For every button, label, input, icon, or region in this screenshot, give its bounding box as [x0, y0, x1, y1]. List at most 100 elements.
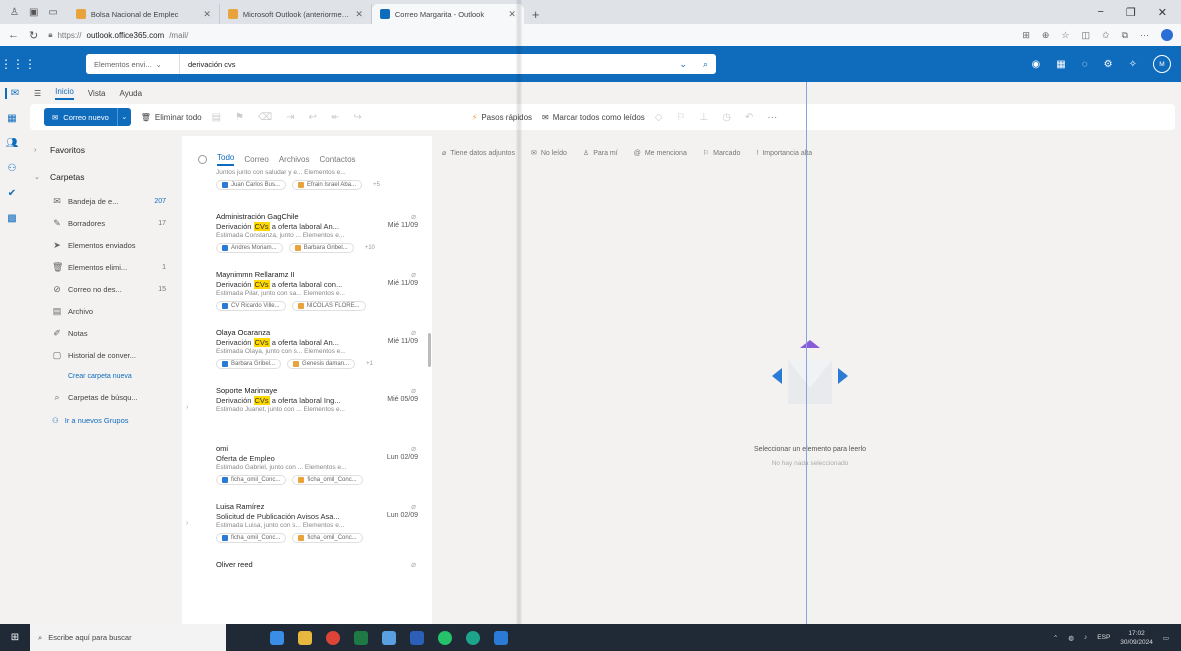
outlook-app-icon[interactable]: [494, 630, 508, 645]
file-explorer-icon[interactable]: [298, 630, 312, 645]
new-tab-button[interactable]: +: [524, 4, 548, 24]
network-icon[interactable]: ◍: [1068, 634, 1074, 642]
bell-icon[interactable]: ◌: [1082, 59, 1088, 70]
search-input[interactable]: derivación cvs: [180, 60, 671, 69]
list-scrollbar[interactable]: [428, 333, 431, 367]
favorite-star-icon[interactable]: ☆: [1061, 30, 1069, 41]
mail-icon[interactable]: ✉: [4, 88, 19, 99]
todo-icon[interactable]: ✔: [8, 188, 16, 199]
browser-tab[interactable]: Microsoft Outlook (anteriormente ✕: [220, 4, 372, 24]
app-launcher-icon[interactable]: ⋮⋮⋮: [0, 46, 36, 82]
search-scope-dropdown[interactable]: Elementos envi... ⌄: [86, 54, 180, 74]
edge-icon[interactable]: [466, 630, 480, 645]
message-item[interactable]: omi Oferta de Empleo Lun 02/09 Estimado Gab…: [182, 438, 432, 496]
attachment-chip[interactable]: Efrain Israel Aba...: [292, 180, 363, 190]
filter-button[interactable]: ♙ Para mí: [583, 149, 618, 158]
filter-button[interactable]: ⚐ Marcado: [703, 149, 741, 158]
more-icon[interactable]: ···: [1140, 30, 1149, 40]
tab-ayuda[interactable]: Ayuda: [120, 89, 143, 98]
attachment-chip[interactable]: Barbara Gribel...: [216, 359, 282, 369]
refresh-icon[interactable]: ↻: [29, 29, 38, 42]
attachment-chip[interactable]: CV Ricardo Ville...: [216, 301, 286, 311]
more-actions-icon[interactable]: ···: [767, 112, 777, 123]
chrome-icon[interactable]: [326, 630, 340, 645]
folder-item[interactable]: 🗑 Elementos elimi... 1: [34, 256, 182, 278]
message-item[interactable]: Administración GagChile Derivación CVs a …: [182, 206, 432, 264]
taskbar-search[interactable]: ⌕ Escribe aquí para buscar: [30, 624, 226, 651]
minimize-icon[interactable]: −: [1097, 6, 1103, 18]
filter-button[interactable]: ⌀ Tiene datos adjuntos: [442, 149, 515, 158]
language-indicator[interactable]: ESP: [1097, 634, 1110, 641]
attachment-chip[interactable]: ficha_omil_Conc...: [216, 533, 287, 543]
tab-vista[interactable]: Vista: [88, 89, 106, 98]
attachment-chip[interactable]: ficha_omil_Conc...: [292, 475, 363, 485]
attachment-chip[interactable]: NICOLAS FLORE...: [291, 301, 366, 311]
search-box[interactable]: Elementos envi... ⌄ derivación cvs ⌄ ⌕: [86, 54, 716, 74]
folder-item[interactable]: ▤ Archivo: [34, 300, 182, 322]
search-icon[interactable]: ⌕: [695, 59, 716, 70]
restore-icon[interactable]: ❐: [1126, 6, 1136, 19]
copilot-icon[interactable]: [1161, 29, 1173, 41]
workspaces-icon[interactable]: ▣: [29, 7, 38, 18]
notifications-icon[interactable]: ▭: [1163, 634, 1169, 642]
collections-icon[interactable]: ⧉: [1122, 30, 1128, 41]
lightbulb-icon[interactable]: ✧: [1129, 59, 1137, 70]
whatsapp-icon[interactable]: [438, 630, 452, 645]
split-screen-icon[interactable]: ◫: [1082, 30, 1091, 41]
folder-item[interactable]: ✎ Borradores 17: [34, 212, 182, 234]
quick-steps-button[interactable]: ⚡︎ Pasos rápidos: [472, 113, 532, 122]
message-item[interactable]: Maynimmn Rellaramz II Derivación CVs a of…: [182, 264, 432, 322]
new-mail-dropdown[interactable]: ⌄: [116, 108, 131, 126]
word-icon[interactable]: [410, 630, 424, 645]
more-attachments[interactable]: +5: [368, 180, 385, 190]
back-icon[interactable]: ←: [8, 29, 19, 41]
close-tab-icon[interactable]: ✕: [508, 9, 516, 20]
attachment-chip[interactable]: Barbara Gribel...: [288, 243, 354, 253]
windows-start-icon[interactable]: ⊞: [0, 624, 30, 651]
favorites-icon[interactable]: ✩: [1102, 30, 1110, 41]
groups-icon[interactable]: ⚇: [8, 163, 17, 174]
browser-tab[interactable]: Correo Margarita - Outlook ✕: [371, 4, 524, 24]
attachment-chip[interactable]: ficha_omil_Conc...: [216, 475, 287, 485]
folder-item[interactable]: ✐ Notas: [34, 322, 182, 344]
groups-link[interactable]: ⚇ Ir a nuevos Grupos: [34, 408, 182, 432]
folder-item[interactable]: ▢ Historial de conver...: [34, 344, 182, 366]
favorites-section[interactable]: › Favoritos: [34, 136, 182, 163]
filter-button[interactable]: @ Me menciona: [634, 150, 687, 157]
folders-section[interactable]: ⌄ Carpetas: [34, 163, 182, 190]
profile-icon[interactable]: ♙: [10, 7, 19, 18]
more-attachments[interactable]: +1: [361, 359, 378, 369]
close-window-icon[interactable]: ✕: [1158, 6, 1167, 19]
avatar[interactable]: M: [1153, 55, 1171, 73]
chevron-right-icon[interactable]: ›: [186, 404, 188, 411]
browser-tab[interactable]: Bolsa Nacional de Emplec ✕: [68, 4, 220, 24]
attachment-chip[interactable]: Andres Moriam...: [216, 243, 283, 253]
tab-actions-icon[interactable]: ▭: [48, 7, 57, 18]
excel-icon[interactable]: [354, 630, 368, 645]
mark-all-read-button[interactable]: ✉ Marcar todos como leídos: [542, 113, 645, 122]
close-tab-icon[interactable]: ✕: [355, 9, 363, 20]
search-folders-item[interactable]: ⌕ Carpetas de búsqu...: [34, 386, 182, 408]
photos-app-icon[interactable]: [270, 630, 284, 645]
message-item[interactable]: Luisa Ramírez Solicitud de Publicación Av…: [182, 496, 432, 554]
attachment-chip[interactable]: Juan Carlos Bus...: [216, 180, 287, 190]
teams-icon[interactable]: ◉: [1032, 59, 1041, 70]
tab-inicio[interactable]: Inicio: [55, 87, 74, 100]
filter-button[interactable]: ! Importancia alta: [756, 150, 812, 157]
store-icon[interactable]: [382, 630, 396, 645]
more-attachments[interactable]: +10: [360, 243, 380, 253]
people-icon[interactable]: 👥︎: [6, 138, 19, 149]
url-field[interactable]: 🔒︎ https:// outlook.office365.com/mail/: [48, 30, 1012, 40]
create-folder-link[interactable]: Crear carpeta nueva: [34, 366, 182, 386]
filter-button[interactable]: ✉ No leído: [531, 149, 567, 158]
folder-item[interactable]: ⊘ Correo no des... 15: [34, 278, 182, 300]
message-item[interactable]: Soporte Marimaye Derivación CVs a oferta …: [182, 380, 432, 438]
new-mail-button[interactable]: ✉ Correo nuevo: [44, 108, 117, 126]
folder-item[interactable]: ➤ Elementos enviados: [34, 234, 182, 256]
attachment-chip[interactable]: Genesis daman...: [287, 359, 356, 369]
read-aloud-icon[interactable]: ⊞: [1022, 30, 1030, 41]
hamburger-icon[interactable]: ☰: [34, 89, 41, 98]
tray-up-icon[interactable]: ⌃: [1053, 634, 1058, 642]
zoom-icon[interactable]: ⊕: [1042, 30, 1050, 41]
volume-icon[interactable]: ♪: [1084, 634, 1087, 641]
